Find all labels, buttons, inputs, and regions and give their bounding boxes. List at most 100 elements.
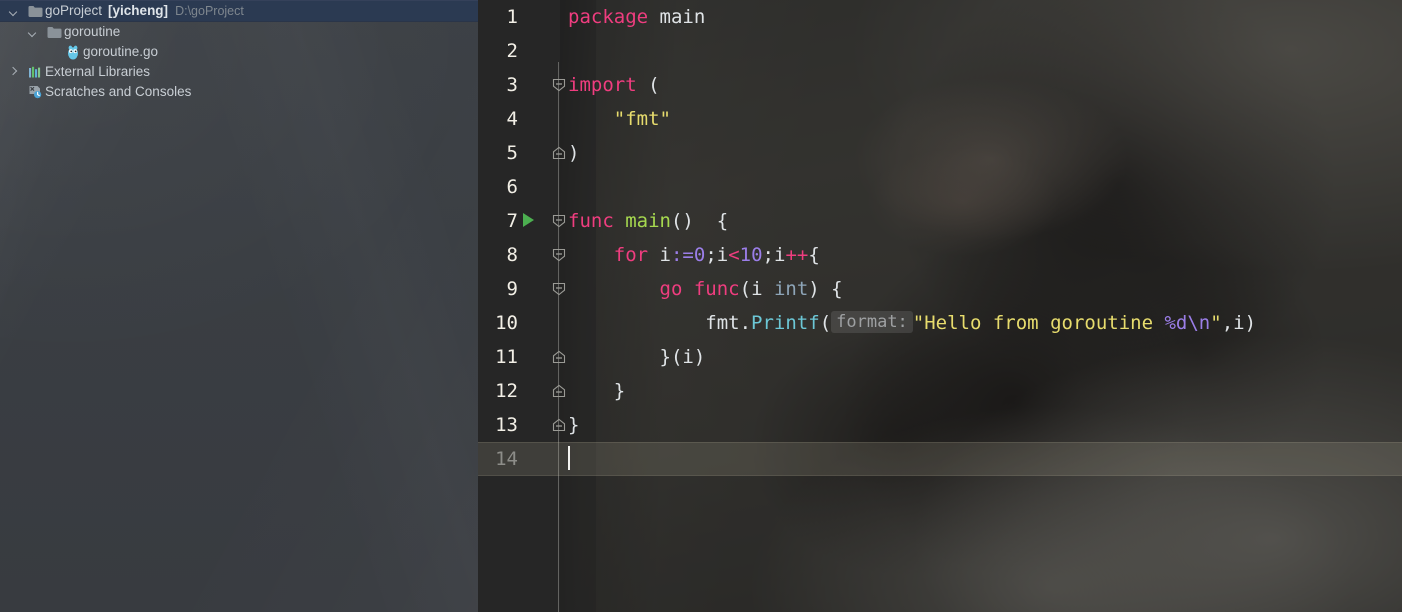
code-token: ) { — [808, 278, 842, 300]
code-line[interactable]: 7func main() { — [478, 204, 1402, 238]
code-token: for — [614, 244, 648, 266]
line-number: 11 — [478, 340, 518, 374]
code-token: %d\n — [1164, 312, 1210, 334]
folder-icon — [44, 26, 64, 39]
code-token: ,i) — [1222, 312, 1256, 334]
parameter-hint-badge: format: — [831, 311, 913, 333]
code-token: 10 — [740, 244, 763, 266]
code-token: Printf — [751, 312, 820, 334]
code-line[interactable]: 14 — [478, 442, 1402, 476]
tree-item-scratches-and-consoles[interactable]: Scratches and Consoles — [0, 82, 478, 102]
code-line[interactable]: 4"fmt" — [478, 102, 1402, 136]
fold-end-icon[interactable] — [551, 145, 567, 161]
tree-item-goroutine-go[interactable]: goroutine.go — [0, 42, 478, 62]
line-number: 13 — [478, 408, 518, 442]
line-number: 8 — [478, 238, 518, 272]
fold-end-icon[interactable] — [551, 349, 567, 365]
code-token: int — [774, 278, 808, 300]
code-line-text: "fmt" — [614, 102, 671, 136]
code-token: ;i — [705, 244, 728, 266]
code-line[interactable]: 13} — [478, 408, 1402, 442]
code-token: main — [625, 210, 671, 232]
tree-indent — [0, 82, 7, 102]
scratches-icon — [25, 85, 45, 99]
line-number: 7 — [478, 204, 518, 238]
code-line-text: ) — [568, 136, 579, 170]
code-token: i — [648, 244, 671, 266]
chevron-right-icon[interactable] — [7, 62, 20, 82]
code-line-text: }(i) — [660, 340, 706, 374]
code-line[interactable]: 6 — [478, 170, 1402, 204]
tree-item-label: goProject — [45, 1, 102, 21]
fold-end-icon[interactable] — [551, 417, 567, 433]
line-number: 1 — [478, 0, 518, 34]
tree-item-icon — [44, 26, 64, 39]
code-token: (i — [740, 278, 774, 300]
libraries-icon — [25, 66, 45, 79]
code-lines[interactable]: 1package main23import (4"fmt"5)67func ma… — [478, 0, 1402, 612]
code-token: . — [740, 312, 751, 334]
tree-item-goroutine[interactable]: goroutine — [0, 22, 478, 42]
code-line[interactable]: 11 }(i) — [478, 340, 1402, 374]
code-token: import — [568, 74, 637, 96]
line-number: 6 — [478, 170, 518, 204]
code-line-text: go func(i int) { — [660, 272, 843, 306]
code-line-text — [568, 442, 570, 476]
fold-collapse-icon[interactable] — [551, 247, 567, 263]
line-number: 2 — [478, 34, 518, 68]
tree-item-path: D:\goProject — [175, 1, 244, 21]
code-line[interactable]: 3import ( — [478, 68, 1402, 102]
code-line-text: import ( — [568, 68, 660, 102]
code-line[interactable]: 10fmt.Printf(format:"Hello from goroutin… — [478, 306, 1402, 340]
fold-collapse-icon[interactable] — [551, 281, 567, 297]
code-editor[interactable]: 1package main23import (4"fmt"5)67func ma… — [478, 0, 1402, 612]
code-token: ( — [820, 312, 831, 334]
line-number: 5 — [478, 136, 518, 170]
tree-indent — [0, 22, 26, 42]
fold-end-icon[interactable] — [551, 383, 567, 399]
code-token: := — [671, 244, 694, 266]
project-tree[interactable]: goProject[yicheng]D:\goProjectgoroutineg… — [0, 0, 478, 102]
fold-collapse-icon[interactable] — [551, 77, 567, 93]
tree-indent — [0, 1, 7, 21]
fold-collapse-icon[interactable] — [551, 213, 567, 229]
code-line[interactable]: 9go func(i int) { — [478, 272, 1402, 306]
code-token: ;i — [763, 244, 786, 266]
tree-item-label: External Libraries — [45, 62, 150, 82]
chevron-down-icon[interactable] — [7, 1, 20, 21]
code-token: fmt — [705, 312, 739, 334]
tree-item-icon — [25, 5, 45, 18]
tree-item-label: goroutine.go — [83, 42, 158, 62]
code-line-text: } — [568, 408, 579, 442]
code-line[interactable]: 1 package main — [478, 0, 1402, 34]
tree-indent — [0, 62, 7, 82]
code-line[interactable]: 8for i:=0;i<10;i++{ — [478, 238, 1402, 272]
code-token: ++ — [785, 244, 808, 266]
code-token: } — [568, 414, 579, 436]
tree-item-external-libraries[interactable]: External Libraries — [0, 62, 478, 82]
tree-item-label: goroutine — [64, 22, 120, 42]
code-token: package — [568, 6, 648, 28]
tree-item-label: Scratches and Consoles — [45, 82, 191, 102]
folder-icon — [25, 5, 45, 18]
tree-item-goproject[interactable]: goProject[yicheng]D:\goProject — [0, 0, 478, 22]
code-token: main — [660, 6, 706, 28]
tree-arrow-placeholder — [7, 82, 20, 102]
go-file-icon — [63, 45, 83, 60]
code-token — [648, 6, 659, 28]
run-main-icon[interactable] — [523, 213, 534, 227]
chevron-down-icon[interactable] — [26, 22, 39, 42]
code-line[interactable]: 2 — [478, 34, 1402, 68]
code-token: "Hello from goroutine — [913, 312, 1165, 334]
code-token: func — [568, 210, 614, 232]
code-line[interactable]: 12} — [478, 374, 1402, 408]
code-line[interactable]: 5) — [478, 136, 1402, 170]
code-token: 0 — [694, 244, 705, 266]
code-token: ( — [637, 74, 660, 96]
code-token: "fmt" — [614, 108, 671, 130]
line-number: 12 — [478, 374, 518, 408]
code-token: go — [660, 278, 683, 300]
code-token: < — [728, 244, 739, 266]
ide-window: goProject[yicheng]D:\goProjectgoroutineg… — [0, 0, 1402, 612]
code-line-text: package main — [568, 0, 705, 34]
